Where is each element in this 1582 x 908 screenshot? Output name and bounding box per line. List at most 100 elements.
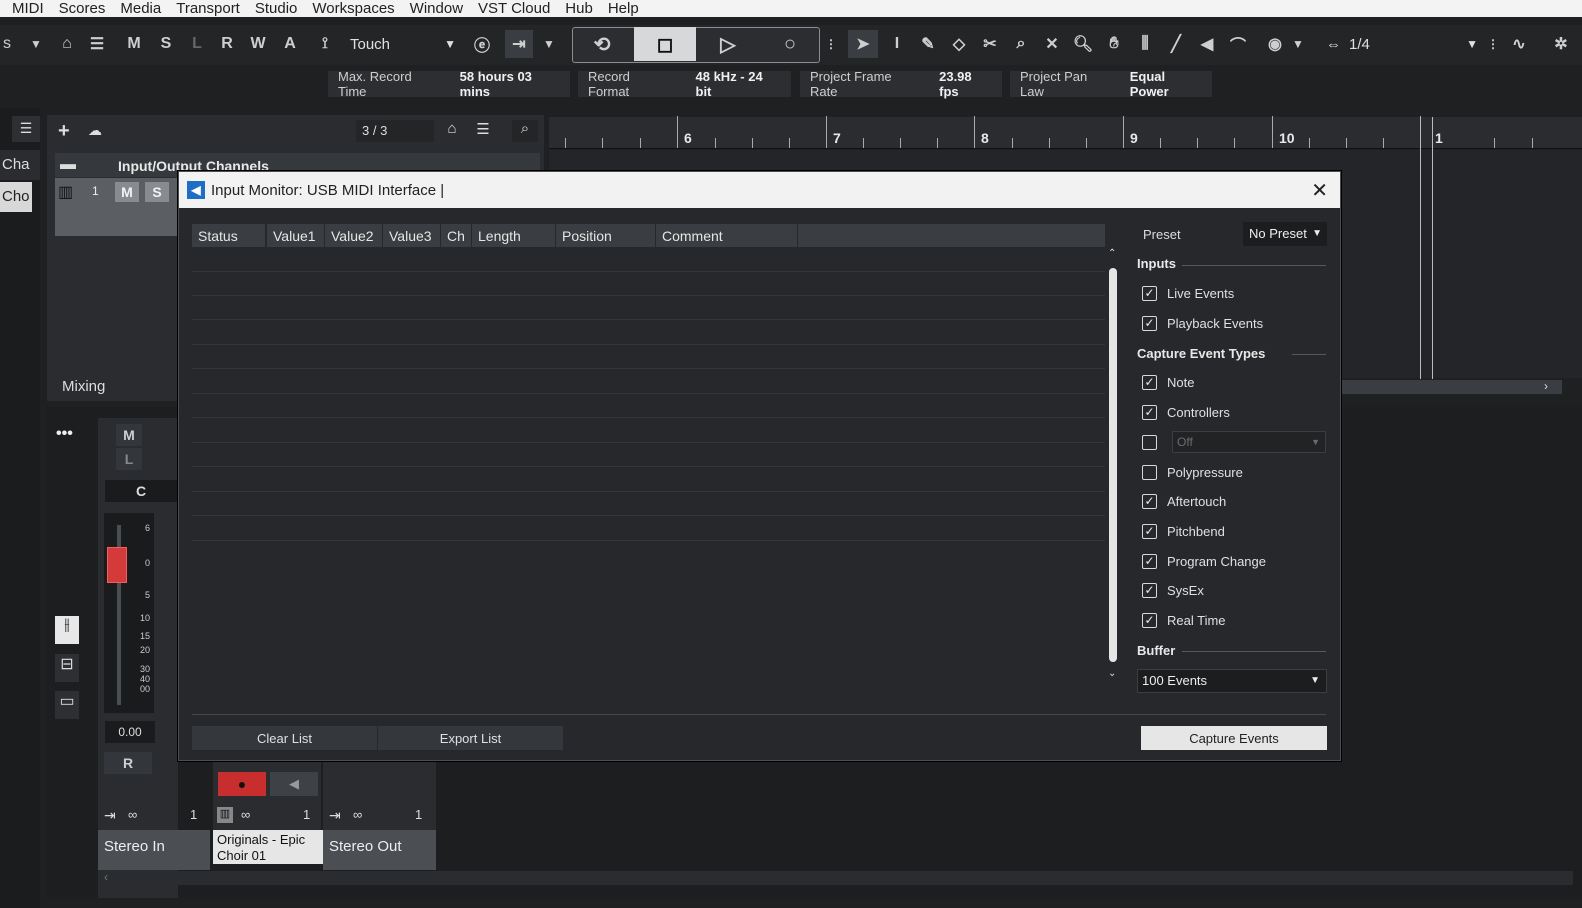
menu-icon[interactable]: ☰ xyxy=(12,116,40,142)
snap-icon[interactable]: ◉ xyxy=(1262,30,1288,58)
left-tab-channel[interactable]: Cha xyxy=(0,150,40,180)
aftertouch-checkbox[interactable]: ✓ xyxy=(1142,494,1157,509)
channel-mute-button[interactable]: M xyxy=(116,424,142,446)
column-value1[interactable]: Value1 xyxy=(267,224,325,247)
settings-icon[interactable]: ✲ xyxy=(1548,30,1574,58)
note-checkbox[interactable]: ✓ xyxy=(1142,375,1157,390)
monitor-button[interactable]: ◀ xyxy=(270,772,318,796)
listen-mode-button[interactable]: L xyxy=(187,30,207,58)
menu-scores[interactable]: Scores xyxy=(59,0,106,17)
comp-tool-icon[interactable]: ⫼ xyxy=(1132,30,1158,58)
glue-tool-icon[interactable]: ⌕ xyxy=(1008,30,1034,58)
channel-read-button[interactable]: R xyxy=(104,752,152,774)
real-time-checkbox[interactable]: ✓ xyxy=(1142,613,1157,628)
list-icon[interactable]: ☰ xyxy=(86,30,108,58)
track-mute-button[interactable]: M xyxy=(115,182,139,202)
chevron-down-icon[interactable]: ▼ xyxy=(1290,30,1306,58)
menu-transport[interactable]: Transport xyxy=(176,0,240,17)
link-icon[interactable]: ∞ xyxy=(128,807,137,822)
range-tool-icon[interactable]: I xyxy=(884,30,910,58)
routing-icon[interactable]: ⊟ xyxy=(55,654,79,682)
link-icon[interactable]: ∞ xyxy=(353,807,362,822)
export-list-button[interactable]: Export List xyxy=(378,726,563,750)
pointer-tool-icon[interactable]: ➤ xyxy=(848,30,878,58)
sysex-checkbox[interactable]: ✓ xyxy=(1142,583,1157,598)
menu-studio[interactable]: Studio xyxy=(255,0,298,17)
chevron-up-icon[interactable]: ⌃ xyxy=(1108,248,1116,259)
solo-mode-button[interactable]: S xyxy=(156,30,176,58)
channel-name-midi[interactable]: Originals - Epic Choir 01 xyxy=(213,830,323,864)
link-icon[interactable]: ∞ xyxy=(241,807,250,822)
color-tool-icon[interactable]: ⌒ xyxy=(1225,30,1251,58)
snapshot-icon[interactable]: ⌂ xyxy=(441,120,463,142)
project-pan-law[interactable]: Project Pan Law Equal Power xyxy=(1010,69,1212,99)
column-comment[interactable]: Comment xyxy=(656,224,798,247)
pencil-tool-icon[interactable]: ✎ xyxy=(915,30,941,58)
max-record-time[interactable]: Max. Record Time 58 hours 03 mins xyxy=(328,69,570,99)
timeline-ruler[interactable]: 6 7 8 9 10 1 xyxy=(549,116,1582,149)
volume-fader-handle[interactable] xyxy=(107,547,127,583)
record-button[interactable]: ○ xyxy=(768,30,812,58)
clear-list-button[interactable]: Clear List xyxy=(192,726,377,750)
menu-media[interactable]: Media xyxy=(120,0,161,17)
column-value2[interactable]: Value2 xyxy=(325,224,383,247)
constrain-icon[interactable]: ⇥ xyxy=(505,30,533,58)
buffer-dropdown[interactable]: 100 Events ▼ xyxy=(1137,669,1327,693)
quantize-dropdown[interactable]: ⇔ 1/4 ▼ xyxy=(1322,30,1482,58)
channel-listen-button[interactable]: L xyxy=(116,448,142,470)
controllers-checkbox[interactable]: ✓ xyxy=(1142,405,1157,420)
pitchbend-checkbox[interactable]: ✓ xyxy=(1142,524,1157,539)
eraser-tool-icon[interactable]: ◇ xyxy=(946,30,972,58)
chevron-down-icon[interactable]: ▼ xyxy=(540,30,558,58)
line-tool-icon[interactable]: ╱ xyxy=(1163,30,1189,58)
hand-tool-icon[interactable]: ✋︎ xyxy=(1101,30,1127,58)
record-format[interactable]: Record Format 48 kHz - 24 bit xyxy=(578,69,791,99)
playback-events-checkbox[interactable]: ✓ xyxy=(1142,316,1157,331)
channel-name-stereo-in[interactable]: Stereo In xyxy=(98,830,210,870)
volume-value[interactable]: 0.00 xyxy=(105,721,155,743)
more-icon[interactable]: ••• xyxy=(56,425,73,443)
e-icon[interactable]: ⓔ xyxy=(470,30,494,58)
mixer-scrollbar[interactable] xyxy=(98,871,1573,885)
automation-icon[interactable]: ⟟ xyxy=(312,30,338,58)
menu-hub[interactable]: Hub xyxy=(565,0,593,17)
chevron-left-icon[interactable]: ‹ xyxy=(104,870,108,884)
filter-dropdown[interactable]: Off ▼ xyxy=(1172,431,1326,453)
automation-mode-dropdown[interactable]: Touch ▼ xyxy=(342,30,462,58)
play-button[interactable]: ▷ xyxy=(706,30,750,58)
cycle-icon[interactable]: ⟲ xyxy=(580,30,624,58)
scrollbar-thumb[interactable] xyxy=(1109,268,1117,662)
stop-button[interactable]: ◻ xyxy=(634,27,696,61)
chevron-down-icon[interactable]: ▼ xyxy=(28,30,44,58)
chevron-right-icon[interactable]: › xyxy=(1544,379,1548,393)
add-track-icon[interactable]: + xyxy=(58,120,78,142)
more-icon[interactable]: ⋮ xyxy=(825,30,837,58)
read-mode-button[interactable]: R xyxy=(217,30,237,58)
routing-in-icon[interactable]: ⇥ xyxy=(104,807,116,824)
mute-tool-icon[interactable]: ✕ xyxy=(1039,30,1065,58)
column-ch[interactable]: Ch xyxy=(441,224,472,247)
snapshot-icon[interactable]: ⌂ xyxy=(56,30,78,58)
mute-mode-button[interactable]: M xyxy=(124,30,144,58)
left-tab-chord[interactable]: Cho xyxy=(0,182,32,212)
track-solo-button[interactable]: S xyxy=(145,182,169,202)
routing-in-icon[interactable]: ⇥ xyxy=(329,807,341,824)
search-icon[interactable]: ⌕ xyxy=(512,120,538,142)
live-events-checkbox[interactable]: ✓ xyxy=(1142,286,1157,301)
automation-mode-button[interactable]: A xyxy=(280,30,300,58)
close-icon[interactable]: ✕ xyxy=(1311,178,1328,203)
capture-events-button[interactable]: Capture Events xyxy=(1141,726,1327,750)
column-status[interactable]: Status xyxy=(192,224,266,247)
polypressure-checkbox[interactable] xyxy=(1142,465,1157,480)
filter-checkbox[interactable] xyxy=(1142,435,1157,450)
menu-workspaces[interactable]: Workspaces xyxy=(312,0,394,17)
menu-help[interactable]: Help xyxy=(608,0,639,17)
record-enable-button[interactable]: ● xyxy=(218,772,266,796)
menu-midi[interactable]: MIDI xyxy=(12,0,44,17)
screen-icon[interactable]: ▭ xyxy=(55,691,79,719)
column-length[interactable]: Length xyxy=(472,224,556,247)
scissors-tool-icon[interactable]: ✂ xyxy=(977,30,1003,58)
speaker-tool-icon[interactable]: ◀ xyxy=(1194,30,1220,58)
column-position[interactable]: Position xyxy=(556,224,656,247)
write-mode-button[interactable]: W xyxy=(248,30,268,58)
